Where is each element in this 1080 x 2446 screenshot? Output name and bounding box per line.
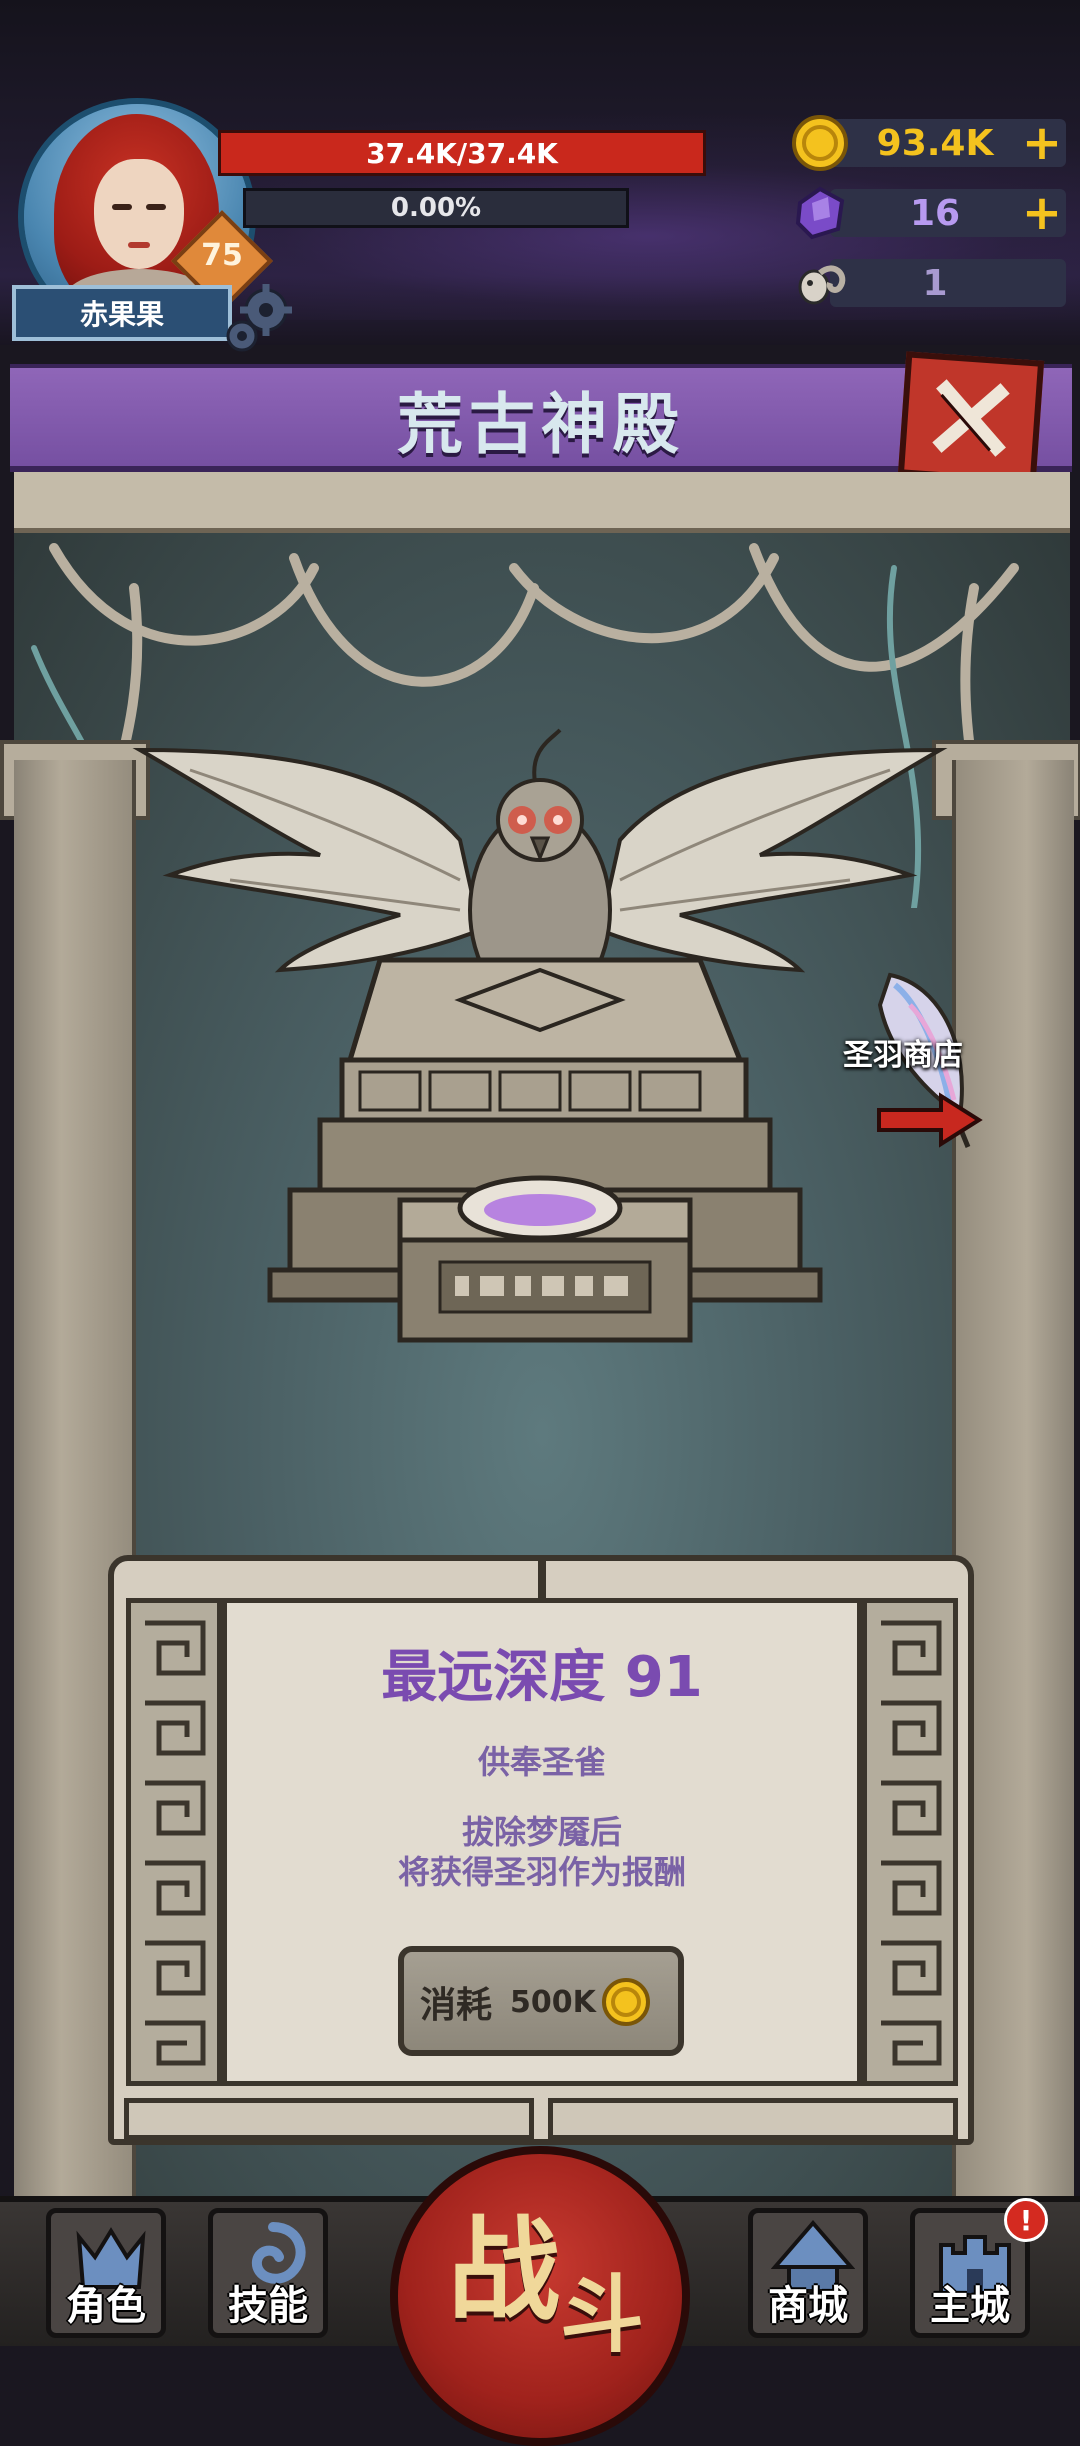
- book-left-border: [126, 1598, 222, 2086]
- skull-value: 1: [922, 262, 948, 304]
- gold-resource: 93.4K +: [790, 113, 1070, 171]
- xp-bar: 0.00%: [243, 188, 629, 228]
- gold-coin-icon: [792, 115, 848, 171]
- fight-label-1: 战: [448, 2206, 560, 2336]
- description-line-1: 拔除梦魇后: [461, 1813, 622, 1851]
- gold-coin-icon: [602, 1978, 650, 2026]
- temple-lintel: [14, 472, 1070, 533]
- spiral-pattern: [881, 1620, 942, 2066]
- cost-label: 消耗: [420, 1985, 493, 2026]
- max-depth-text: 最远深度 91: [381, 1644, 703, 1710]
- add-gold-button[interactable]: +: [1018, 115, 1066, 171]
- arrow-right-icon[interactable]: [875, 1090, 985, 1150]
- settings-gear-icon[interactable]: [220, 280, 300, 360]
- feather-shop-label[interactable]: 圣羽商店: [818, 1030, 988, 1074]
- altar-top: [346, 957, 744, 1063]
- close-button[interactable]: [897, 351, 1045, 485]
- nav-skills-label: 技能: [228, 2283, 308, 2329]
- hp-bar: 37.4K/37.4K: [218, 130, 706, 176]
- nav-shop-label: 商城: [768, 2283, 848, 2329]
- spiral-pattern: [145, 1620, 206, 2066]
- close-icon: [932, 379, 1010, 457]
- gem-resource: 16 +: [790, 183, 1070, 241]
- offer-title: 供奉圣雀: [477, 1743, 606, 1781]
- add-gem-button[interactable]: +: [1018, 185, 1066, 241]
- ram-skull-icon: [798, 265, 846, 305]
- avatar-face: [94, 159, 184, 269]
- nav-skills-button[interactable]: 技能: [208, 2208, 328, 2338]
- book-right-border: [862, 1598, 958, 2086]
- gold-value: 93.4K: [876, 122, 994, 164]
- nav-city-label: 主城: [930, 2283, 1010, 2329]
- nav-character-button[interactable]: 角色: [46, 2208, 166, 2338]
- level-value: 75: [201, 238, 243, 273]
- skull-resource: 1: [790, 253, 1070, 309]
- nav-shop-button[interactable]: 商城: [748, 2208, 868, 2338]
- gem-value: 16: [909, 192, 961, 234]
- description-line-2: 将获得圣羽作为报酬: [397, 1853, 686, 1891]
- player-name: 赤果果: [12, 285, 232, 341]
- nav-character-label: 角色: [66, 2283, 146, 2329]
- fight-label-2: 斗: [560, 2266, 645, 2364]
- purple-gem-icon: [795, 186, 845, 240]
- notification-badge: !: [1004, 2198, 1048, 2242]
